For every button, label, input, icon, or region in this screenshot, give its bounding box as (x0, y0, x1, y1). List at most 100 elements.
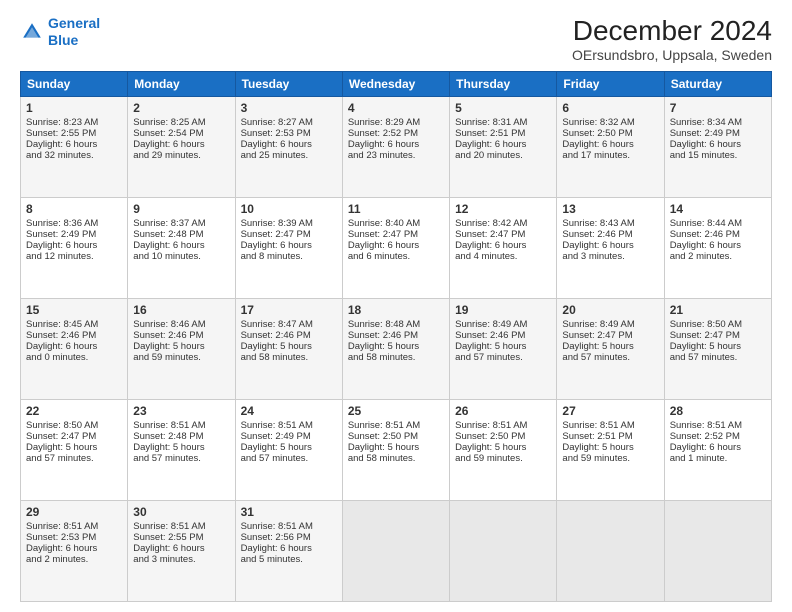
day-info-line: Daylight: 6 hours (241, 543, 337, 554)
day-info-line: Daylight: 5 hours (562, 341, 658, 352)
day-info-line: and 3 minutes. (562, 251, 658, 262)
day-info-line: Sunset: 2:48 PM (133, 431, 229, 442)
day-info-line: Sunrise: 8:45 AM (26, 319, 122, 330)
calendar-cell: 13Sunrise: 8:43 AMSunset: 2:46 PMDayligh… (557, 198, 664, 299)
day-number: 14 (670, 202, 766, 216)
calendar-cell: 9Sunrise: 8:37 AMSunset: 2:48 PMDaylight… (128, 198, 235, 299)
subtitle: OErsundsbro, Uppsala, Sweden (572, 47, 772, 63)
calendar-cell: 18Sunrise: 8:48 AMSunset: 2:46 PMDayligh… (342, 299, 449, 400)
day-info-line: Daylight: 6 hours (241, 139, 337, 150)
day-info-line: Sunrise: 8:50 AM (26, 420, 122, 431)
calendar-cell: 23Sunrise: 8:51 AMSunset: 2:48 PMDayligh… (128, 400, 235, 501)
day-info-line: Sunrise: 8:25 AM (133, 117, 229, 128)
calendar-week-2: 8Sunrise: 8:36 AMSunset: 2:49 PMDaylight… (21, 198, 772, 299)
day-number: 15 (26, 303, 122, 317)
day-info-line: and 32 minutes. (26, 150, 122, 161)
day-number: 5 (455, 101, 551, 115)
calendar-cell: 31Sunrise: 8:51 AMSunset: 2:56 PMDayligh… (235, 501, 342, 602)
logo: General Blue (20, 15, 100, 49)
day-info-line: and 5 minutes. (241, 554, 337, 565)
day-info-line: and 57 minutes. (455, 352, 551, 363)
day-info-line: and 20 minutes. (455, 150, 551, 161)
day-info-line: Daylight: 6 hours (562, 240, 658, 251)
calendar-cell: 5Sunrise: 8:31 AMSunset: 2:51 PMDaylight… (450, 97, 557, 198)
calendar-cell: 26Sunrise: 8:51 AMSunset: 2:50 PMDayligh… (450, 400, 557, 501)
calendar-cell: 1Sunrise: 8:23 AMSunset: 2:55 PMDaylight… (21, 97, 128, 198)
day-info-line: Daylight: 5 hours (348, 341, 444, 352)
day-info-line: Daylight: 6 hours (562, 139, 658, 150)
day-info-line: Sunrise: 8:49 AM (562, 319, 658, 330)
day-info-line: Sunset: 2:47 PM (241, 229, 337, 240)
day-info-line: and 1 minute. (670, 453, 766, 464)
day-info-line: Daylight: 6 hours (26, 543, 122, 554)
day-info-line: and 6 minutes. (348, 251, 444, 262)
day-info-line: Daylight: 5 hours (133, 341, 229, 352)
day-info-line: Daylight: 6 hours (133, 139, 229, 150)
calendar-week-3: 15Sunrise: 8:45 AMSunset: 2:46 PMDayligh… (21, 299, 772, 400)
day-number: 30 (133, 505, 229, 519)
day-info-line: Daylight: 6 hours (26, 341, 122, 352)
day-number: 6 (562, 101, 658, 115)
day-info-line: Sunset: 2:49 PM (241, 431, 337, 442)
day-info-line: Sunrise: 8:39 AM (241, 218, 337, 229)
day-info-line: Sunset: 2:55 PM (26, 128, 122, 139)
day-info-line: Sunset: 2:55 PM (133, 532, 229, 543)
day-info-line: Sunset: 2:49 PM (26, 229, 122, 240)
page: General Blue December 2024 OErsundsbro, … (0, 0, 792, 612)
title-block: December 2024 OErsundsbro, Uppsala, Swed… (572, 15, 772, 63)
day-number: 25 (348, 404, 444, 418)
day-info-line: and 57 minutes. (241, 453, 337, 464)
day-info-line: and 10 minutes. (133, 251, 229, 262)
calendar-cell (664, 501, 771, 602)
calendar-cell: 7Sunrise: 8:34 AMSunset: 2:49 PMDaylight… (664, 97, 771, 198)
calendar-cell: 28Sunrise: 8:51 AMSunset: 2:52 PMDayligh… (664, 400, 771, 501)
day-number: 26 (455, 404, 551, 418)
day-info-line: Sunrise: 8:34 AM (670, 117, 766, 128)
calendar-cell: 8Sunrise: 8:36 AMSunset: 2:49 PMDaylight… (21, 198, 128, 299)
day-info-line: and 23 minutes. (348, 150, 444, 161)
calendar-cell: 6Sunrise: 8:32 AMSunset: 2:50 PMDaylight… (557, 97, 664, 198)
day-info-line: Sunset: 2:50 PM (348, 431, 444, 442)
day-info-line: and 2 minutes. (670, 251, 766, 262)
day-info-line: and 57 minutes. (26, 453, 122, 464)
day-number: 21 (670, 303, 766, 317)
day-info-line: and 0 minutes. (26, 352, 122, 363)
day-header-monday: Monday (128, 72, 235, 97)
day-info-line: Sunset: 2:46 PM (670, 229, 766, 240)
day-number: 27 (562, 404, 658, 418)
calendar-cell: 14Sunrise: 8:44 AMSunset: 2:46 PMDayligh… (664, 198, 771, 299)
day-info-line: Sunrise: 8:51 AM (241, 521, 337, 532)
day-info-line: Sunset: 2:50 PM (455, 431, 551, 442)
day-info-line: Sunrise: 8:47 AM (241, 319, 337, 330)
day-info-line: Sunset: 2:51 PM (455, 128, 551, 139)
day-number: 2 (133, 101, 229, 115)
day-number: 13 (562, 202, 658, 216)
day-number: 19 (455, 303, 551, 317)
day-info-line: Sunset: 2:47 PM (455, 229, 551, 240)
day-info-line: Sunset: 2:49 PM (670, 128, 766, 139)
day-info-line: Daylight: 6 hours (455, 139, 551, 150)
day-info-line: and 57 minutes. (562, 352, 658, 363)
day-number: 12 (455, 202, 551, 216)
day-number: 24 (241, 404, 337, 418)
day-number: 8 (26, 202, 122, 216)
day-info-line: Sunrise: 8:23 AM (26, 117, 122, 128)
day-info-line: Daylight: 5 hours (562, 442, 658, 453)
day-info-line: Sunset: 2:46 PM (455, 330, 551, 341)
day-info-line: Sunset: 2:47 PM (670, 330, 766, 341)
day-info-line: Daylight: 6 hours (348, 240, 444, 251)
day-info-line: Sunset: 2:47 PM (562, 330, 658, 341)
day-info-line: Daylight: 5 hours (455, 442, 551, 453)
calendar-cell: 12Sunrise: 8:42 AMSunset: 2:47 PMDayligh… (450, 198, 557, 299)
calendar-week-1: 1Sunrise: 8:23 AMSunset: 2:55 PMDaylight… (21, 97, 772, 198)
calendar-cell: 15Sunrise: 8:45 AMSunset: 2:46 PMDayligh… (21, 299, 128, 400)
day-number: 7 (670, 101, 766, 115)
day-number: 3 (241, 101, 337, 115)
day-header-wednesday: Wednesday (342, 72, 449, 97)
day-info-line: Sunset: 2:46 PM (133, 330, 229, 341)
day-info-line: Daylight: 5 hours (455, 341, 551, 352)
logo-icon (20, 20, 44, 44)
day-info-line: Sunset: 2:52 PM (348, 128, 444, 139)
day-info-line: Sunrise: 8:46 AM (133, 319, 229, 330)
day-number: 20 (562, 303, 658, 317)
